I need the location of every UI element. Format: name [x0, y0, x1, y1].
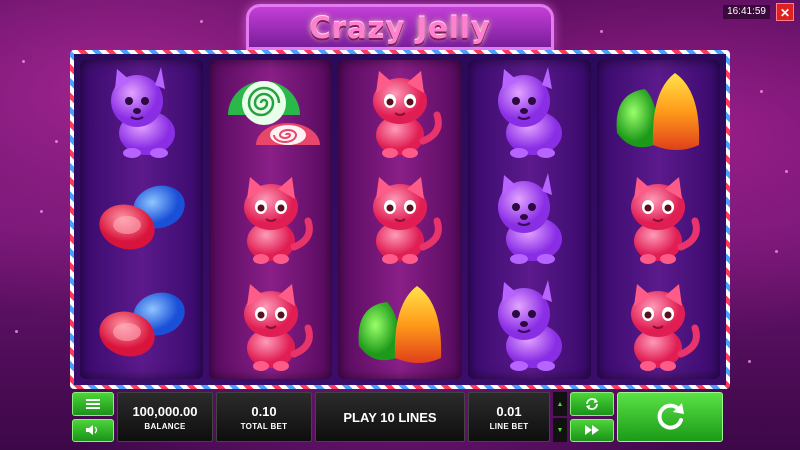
play-lines-button[interactable]: PLAY 10 LINES — [315, 392, 465, 442]
line-bet-decrease-button[interactable]: ▼ — [553, 418, 567, 442]
play-lines-label: PLAY 10 LINES — [343, 409, 437, 425]
spin-icon — [657, 403, 684, 430]
reel-5 — [596, 60, 721, 379]
autoplay-button[interactable] — [570, 392, 614, 416]
line-bet-panel: 0.01 LINE BET — [468, 392, 550, 442]
game-logo: Crazy Jelly — [246, 4, 554, 50]
purple-dog-symbol — [474, 169, 584, 269]
reel-2 — [209, 60, 333, 379]
close-button[interactable]: ✕ — [776, 3, 794, 21]
line-bet-value: 0.01 — [496, 403, 522, 419]
fast-forward-button[interactable] — [570, 418, 614, 442]
pink-cat-symbol — [345, 63, 455, 163]
reels-grid — [74, 54, 726, 385]
reels-frame — [70, 50, 730, 389]
game-title: Crazy Jelly — [309, 11, 491, 45]
balance-label: BALANCE — [144, 421, 186, 431]
line-bet-label: LINE BET — [489, 421, 529, 431]
total-bet-panel: 0.10 TOTAL BET — [216, 392, 312, 442]
blue-red-candies-symbol — [87, 276, 197, 376]
pink-cat-symbol — [603, 169, 713, 269]
total-bet-value: 0.10 — [251, 403, 277, 419]
menu-button[interactable] — [72, 392, 114, 416]
balance-panel: 100,000.00 BALANCE — [117, 392, 213, 442]
reel-4 — [467, 60, 591, 379]
total-bet-label: TOTAL BET — [240, 421, 288, 431]
gumdrops-symbol — [345, 276, 455, 376]
clock: 16:41:59 — [723, 5, 770, 19]
pink-cat-symbol — [216, 276, 326, 376]
reel-1 — [80, 60, 204, 379]
autoplay-icon — [586, 397, 598, 410]
control-bar: 100,000.00 BALANCE 0.10 TOTAL BET PLAY 1… — [72, 392, 728, 442]
menu-icon — [86, 398, 100, 409]
balance-value: 100,000.00 — [132, 403, 198, 419]
pink-cat-symbol — [345, 169, 455, 269]
spin-button[interactable] — [617, 392, 723, 442]
line-bet-stepper: ▲ ▼ — [553, 392, 567, 442]
sound-button[interactable] — [72, 418, 114, 442]
purple-dog-symbol — [474, 63, 584, 163]
speaker-icon — [86, 425, 98, 436]
pink-cat-symbol — [216, 169, 326, 269]
gumdrops-symbol — [603, 63, 713, 163]
fast-forward-icon — [585, 425, 599, 436]
reel-3 — [338, 60, 462, 379]
blue-red-candies-symbol — [87, 169, 197, 269]
pink-cat-symbol — [603, 276, 713, 376]
swirl-candies-symbol — [216, 63, 326, 163]
line-bet-increase-button[interactable]: ▲ — [553, 392, 567, 416]
purple-dog-symbol — [87, 63, 197, 163]
purple-dog-symbol — [474, 276, 584, 376]
close-icon: ✕ — [779, 6, 791, 20]
